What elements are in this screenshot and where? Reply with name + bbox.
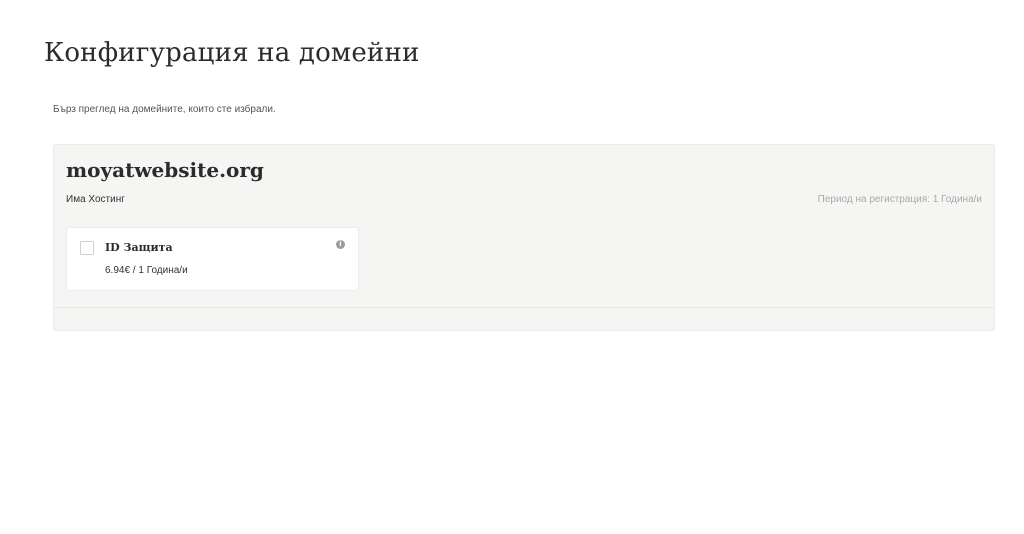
hosting-label: Има Хостинг <box>66 194 125 205</box>
addon-card-id-protection[interactable]: ID Защита 6.94€ / 1 Година/и i <box>66 227 359 291</box>
page-title: Конфигурация на домейни <box>44 38 420 68</box>
info-icon[interactable]: i <box>336 240 345 249</box>
panel-footer <box>54 307 994 332</box>
domain-name: moyatwebsite.org <box>66 158 264 182</box>
page-subtitle: Бърз преглед на домейните, които сте изб… <box>53 104 276 115</box>
domain-panel: moyatwebsite.org Има Хостинг Период на р… <box>53 144 995 331</box>
addon-title: ID Защита <box>105 241 173 254</box>
addon-checkbox[interactable] <box>80 241 94 255</box>
addon-price: 6.94€ / 1 Година/и <box>105 265 188 276</box>
registration-period: Период на регистрация: 1 Година/и <box>817 194 982 205</box>
